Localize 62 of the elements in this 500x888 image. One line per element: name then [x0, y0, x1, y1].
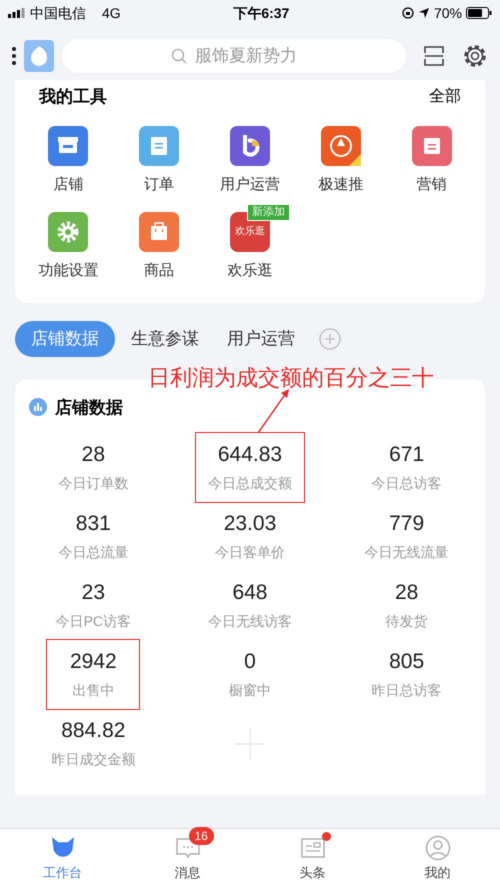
battery-icon [466, 7, 492, 19]
stat-label: 今日总流量 [58, 543, 128, 562]
data-tab[interactable]: 用户运营 [215, 320, 307, 356]
stat-label: 今日总成交额 [208, 474, 292, 493]
tool-label[interactable]: 店铺 [53, 174, 84, 196]
stat-label: 昨日总访客 [372, 681, 442, 700]
stat-label: 今日无线流量 [364, 543, 449, 562]
search-icon [171, 48, 187, 64]
stat-value: 23.03 [224, 511, 276, 537]
more-icon[interactable] [12, 46, 16, 66]
stat-label: 出售中 [72, 681, 114, 700]
status-time: 下午6:37 [233, 4, 290, 22]
stat-value: 23 [82, 580, 105, 606]
chart-icon [29, 398, 47, 416]
stat-value: 28 [82, 442, 105, 468]
all-link[interactable]: 全部 [429, 84, 461, 109]
scan-icon[interactable] [422, 44, 446, 68]
nav-tab[interactable]: 头条 [250, 829, 375, 888]
stat-label: 今日客单价 [214, 543, 285, 562]
tool-label[interactable]: 欢乐逛 [227, 260, 272, 282]
stat-label: 今日PC访客 [56, 612, 132, 631]
network-type: 4G [102, 4, 121, 22]
tool-label[interactable]: 营销 [416, 174, 447, 196]
tool-label[interactable]: 功能设置 [38, 260, 98, 282]
carrier-name: 中国电信 [30, 4, 86, 22]
settings-icon[interactable] [462, 43, 488, 69]
stat-value: 831 [76, 511, 111, 537]
tool-label[interactable]: 订单 [144, 174, 174, 196]
new-badge: 新添加 [246, 204, 290, 221]
stat-value: 805 [389, 649, 424, 675]
tool-label[interactable]: 商品 [144, 260, 174, 282]
annotation-text: 日利润为成交额的百分之三十 [148, 364, 434, 392]
lock-rotation-icon [402, 7, 414, 19]
section-title: 我的工具 [39, 86, 107, 108]
plus-icon [234, 728, 265, 758]
nav-tab[interactable]: 工作台 [0, 829, 125, 888]
stat-label: 待发货 [386, 612, 428, 631]
stat-label: 橱窗中 [228, 681, 271, 700]
stat-value: 648 [232, 580, 268, 606]
stat-label: 今日无线访客 [208, 612, 292, 631]
stat-value: 0 [244, 649, 256, 675]
nav-tab[interactable]: 我的 [375, 829, 500, 888]
stat-label: 今日订单数 [58, 474, 128, 493]
nav-tab[interactable]: 16 消息 [125, 829, 250, 888]
stats-title: 店铺数据 [55, 396, 123, 418]
tool-label[interactable]: 用户运营 [220, 174, 280, 196]
stat-value: 2942 [70, 649, 117, 675]
stat-label: 昨日成交金额 [51, 750, 136, 769]
user-icon [424, 834, 450, 861]
unread-badge: 16 [188, 826, 214, 845]
stat-value: 28 [394, 580, 418, 606]
icon-label: 欢乐逛 [234, 227, 265, 237]
location-icon [418, 7, 430, 19]
stat-value: 644.83 [218, 442, 282, 468]
tool-label[interactable]: 极速推 [318, 174, 364, 196]
stat-value: 779 [389, 511, 424, 537]
stat-value: 671 [389, 442, 424, 468]
signal-icon [8, 8, 26, 18]
stat-label: 今日总访客 [372, 474, 442, 493]
battery-percent: 70% [434, 4, 462, 22]
stat-value: 884.82 [61, 718, 126, 744]
data-tab[interactable]: 生意参谋 [119, 320, 211, 356]
